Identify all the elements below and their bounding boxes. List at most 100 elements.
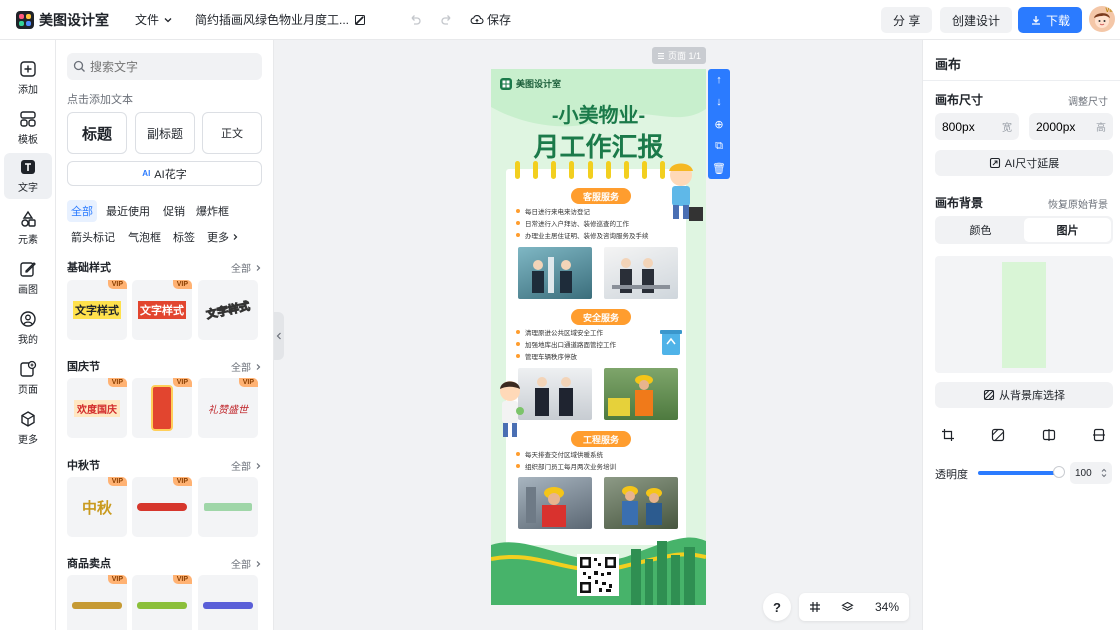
text-panel: 点击添加文本 标题 副标题 正文 AI AI花字 全部 最近使用 促销 爆炸框 … bbox=[56, 40, 274, 630]
opacity-slider-track[interactable] bbox=[978, 471, 1062, 475]
text-style-thumb[interactable] bbox=[198, 575, 258, 630]
thumb-text: 文字样式 bbox=[73, 301, 121, 319]
text-style-thumb[interactable]: 文字样式 VIP bbox=[67, 280, 127, 340]
divider bbox=[923, 80, 1120, 81]
add-title-card[interactable]: 标题 bbox=[67, 112, 127, 154]
search-box[interactable] bbox=[67, 53, 262, 80]
stepper-icon[interactable] bbox=[1101, 468, 1107, 478]
text-style-thumb[interactable] bbox=[198, 477, 258, 537]
background-library-button[interactable]: 从背景库选择 bbox=[935, 382, 1113, 408]
chip-arrow[interactable]: 箭头标记 bbox=[67, 226, 119, 248]
text-style-thumb[interactable]: VIP bbox=[132, 378, 192, 438]
document-title[interactable]: 简约插画风绿色物业月度工... bbox=[195, 11, 366, 28]
download-icon bbox=[1032, 16, 1040, 25]
chip-all[interactable]: 全部 bbox=[67, 200, 97, 222]
save-button[interactable]: 保存 bbox=[470, 11, 511, 28]
page-indicator[interactable]: 页面 1/1 bbox=[652, 47, 707, 64]
chip-burst[interactable]: 爆炸框 bbox=[192, 200, 233, 222]
poster-bullet: 清理原进公共区域安全工作 bbox=[516, 326, 686, 338]
photo-engineers-icon bbox=[622, 486, 662, 525]
move-down-icon[interactable]: ↓ bbox=[708, 91, 730, 113]
tab-image[interactable]: 图片 bbox=[1024, 218, 1111, 242]
section-view-all[interactable]: 全部 bbox=[231, 556, 262, 571]
add-body-card[interactable]: 正文 bbox=[202, 112, 262, 154]
background-preview[interactable] bbox=[935, 256, 1113, 373]
download-button[interactable]: 下载 bbox=[1018, 7, 1083, 33]
chip-more-label: 更多 bbox=[207, 232, 229, 244]
app-logo[interactable]: 美图设计室 bbox=[16, 10, 109, 30]
chevron-right-icon bbox=[256, 363, 261, 370]
text-style-thumb[interactable]: 中秋 VIP bbox=[67, 477, 127, 537]
rail-item-pages[interactable]: 页面 bbox=[4, 355, 52, 401]
rail-label: 文字 bbox=[18, 183, 38, 194]
delete-icon[interactable]: 🗑 bbox=[708, 157, 730, 179]
zoom-level[interactable]: 34% bbox=[875, 600, 899, 614]
poster-design[interactable]: 美图设计室 -小美物业- 月工作汇报 客服服务 每日进行来电来访登记 日常进行入… bbox=[491, 69, 706, 605]
avatar[interactable]: VIP bbox=[1089, 6, 1115, 32]
poster-bullets: 清理原进公共区域安全工作 加强地库出口通道路面管控工作 管理车辆秩序停放 bbox=[516, 326, 686, 362]
crop-icon[interactable] bbox=[937, 424, 959, 446]
rail-item-text[interactable]: 文字 bbox=[4, 153, 52, 199]
text-style-thumb[interactable]: 文字样式 bbox=[198, 280, 258, 340]
rail-item-mine[interactable]: 我的 bbox=[4, 305, 52, 351]
edit-icon[interactable] bbox=[354, 14, 366, 26]
section-title: 基础样式 bbox=[67, 262, 111, 274]
height-field[interactable]: 高 bbox=[1029, 113, 1113, 140]
add-text-hint: 点击添加文本 bbox=[67, 94, 133, 106]
ai-text-effect-label: AI花字 bbox=[154, 168, 187, 181]
undo-icon[interactable] bbox=[408, 13, 422, 27]
vip-badge: VIP bbox=[107, 280, 127, 289]
view-all-label: 全部 bbox=[231, 363, 251, 374]
restore-background-link[interactable]: 恢复原始背景 bbox=[1048, 196, 1108, 211]
flip-vertical-icon[interactable] bbox=[1088, 424, 1110, 446]
copy-icon[interactable]: ⧉ bbox=[708, 135, 730, 157]
layers-icon[interactable] bbox=[841, 601, 855, 614]
add-subtitle-card[interactable]: 副标题 bbox=[135, 112, 195, 154]
text-style-thumb[interactable]: VIP bbox=[67, 575, 127, 630]
flip-horizontal-icon[interactable] bbox=[1038, 424, 1060, 446]
width-input[interactable] bbox=[942, 119, 992, 134]
height-input[interactable] bbox=[1036, 119, 1086, 134]
opacity-slider-handle[interactable] bbox=[1053, 466, 1065, 478]
ai-text-effect-button[interactable]: AI AI花字 bbox=[67, 161, 262, 186]
text-style-thumb[interactable]: 文字样式 VIP bbox=[132, 280, 192, 340]
move-up-icon[interactable]: ↑ bbox=[708, 69, 730, 91]
share-button[interactable]: 分 享 bbox=[881, 7, 933, 33]
chip-tag[interactable]: 标签 bbox=[169, 226, 199, 248]
rail-item-templates[interactable]: 模板 bbox=[4, 105, 52, 151]
grid-icon[interactable] bbox=[809, 601, 821, 613]
section-view-all[interactable]: 全部 bbox=[231, 458, 262, 473]
width-field[interactable]: 宽 bbox=[935, 113, 1019, 140]
text-style-thumb[interactable]: VIP bbox=[132, 477, 192, 537]
redo-icon[interactable] bbox=[440, 13, 454, 27]
collapse-panel-toggle[interactable] bbox=[274, 312, 284, 360]
section-view-all[interactable]: 全部 bbox=[231, 260, 262, 275]
opacity-value-field[interactable]: 100 bbox=[1070, 462, 1112, 484]
text-style-thumb[interactable]: VIP bbox=[132, 575, 192, 630]
rail-label: 画图 bbox=[18, 285, 38, 296]
chip-recent[interactable]: 最近使用 bbox=[102, 200, 154, 222]
section-title: 国庆节 bbox=[67, 361, 100, 373]
chip-promo[interactable]: 促销 bbox=[159, 200, 189, 222]
shapes-icon bbox=[21, 210, 36, 227]
text-style-thumb[interactable]: 欢度国庆 VIP bbox=[67, 378, 127, 438]
rail-item-add[interactable]: 添加 bbox=[4, 55, 52, 101]
help-button[interactable]: ? bbox=[763, 593, 791, 621]
text-style-thumb[interactable]: 礼赞盛世 VIP bbox=[198, 378, 258, 438]
rail-item-more[interactable]: 更多 bbox=[4, 405, 52, 451]
search-icon bbox=[73, 60, 85, 72]
chip-more[interactable]: 更多 bbox=[203, 226, 243, 248]
file-menu[interactable]: 文件 bbox=[135, 11, 173, 28]
section-view-all[interactable]: 全部 bbox=[231, 359, 262, 374]
ai-size-extend-button[interactable]: AI尺寸延展 bbox=[935, 150, 1113, 176]
search-input[interactable] bbox=[90, 59, 250, 74]
filter-icon[interactable] bbox=[987, 424, 1009, 446]
tab-color[interactable]: 颜色 bbox=[937, 218, 1024, 242]
rail-item-elements[interactable]: 元素 bbox=[4, 205, 52, 251]
photo-worker-icon bbox=[608, 375, 653, 416]
add-icon[interactable]: ⊕ bbox=[708, 113, 730, 135]
create-design-button[interactable]: 创建设计 bbox=[940, 7, 1013, 33]
chip-bubble[interactable]: 气泡框 bbox=[124, 226, 165, 248]
rail-item-draw[interactable]: 画图 bbox=[4, 255, 52, 301]
adjust-size-link[interactable]: 调整尺寸 bbox=[1068, 93, 1108, 108]
